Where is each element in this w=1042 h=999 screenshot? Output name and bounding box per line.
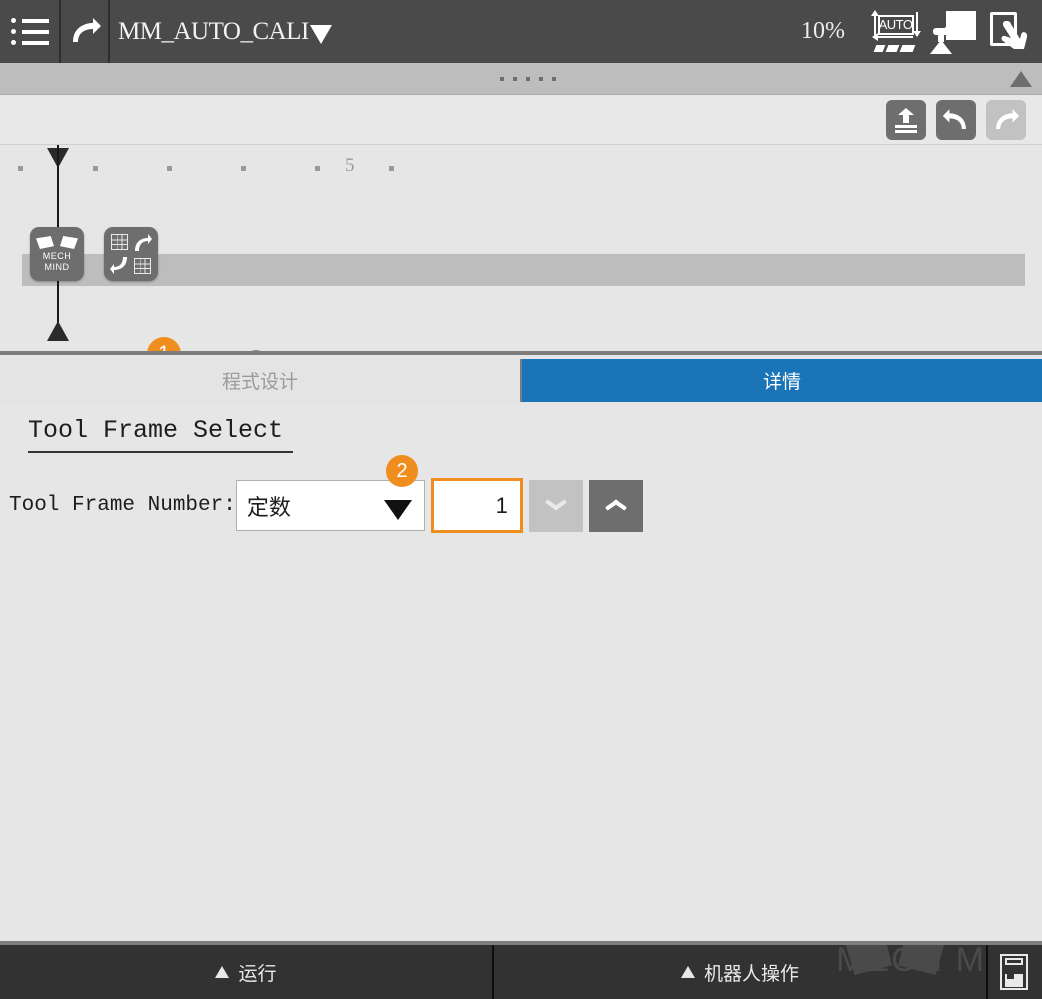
forward-nav-button[interactable] xyxy=(61,0,110,63)
undo-arrow-icon xyxy=(942,108,966,129)
auto-mode-label: AUTO xyxy=(877,14,914,35)
bottom-action-bar: MECH M 运行 机器人操作 xyxy=(0,945,1042,999)
robot-screen-button[interactable] xyxy=(924,0,981,63)
redo-arrow-icon xyxy=(72,17,101,42)
chevron-up-icon xyxy=(605,500,627,512)
node-frame-transform[interactable] xyxy=(104,227,158,281)
upload-export-icon xyxy=(894,107,918,133)
triangle-up-icon xyxy=(680,966,695,978)
save-button[interactable] xyxy=(986,945,1040,999)
header-status-group: 10% AUTO xyxy=(801,0,1042,63)
redo-arrow-icon xyxy=(996,108,1020,129)
program-title-text: MM_AUTO_CALI xyxy=(118,17,309,45)
chevron-down-icon xyxy=(545,500,567,512)
tab-label: 程式设计 xyxy=(221,372,298,393)
save-disk-icon xyxy=(1000,954,1028,990)
section-title: Tool Frame Select xyxy=(28,416,294,453)
drag-handle-dots-icon[interactable] xyxy=(500,76,556,81)
node-label-line1: MECH xyxy=(42,251,72,261)
tool-frame-number-row: Tool Frame Number: 定数 1 xyxy=(9,478,643,533)
input-value: 1 xyxy=(495,492,508,518)
auto-mode-button[interactable]: AUTO xyxy=(867,0,924,63)
select-value: 定数 xyxy=(246,494,291,520)
run-label: 运行 xyxy=(238,963,277,985)
application-root: MM_AUTO_CALI 10% AUTO 5 MECH MIND 1 程式设计… xyxy=(0,0,1042,999)
touch-hand-icon xyxy=(988,9,1032,55)
detail-tab-bar: 程式设计 详情 xyxy=(0,359,1042,402)
run-button[interactable]: 运行 xyxy=(0,945,494,999)
form-step-badge: 2 xyxy=(386,455,418,487)
touch-mode-button[interactable] xyxy=(981,0,1038,63)
panel-drag-strip[interactable] xyxy=(0,63,1042,95)
tab-program-design[interactable]: 程式设计 xyxy=(0,359,522,402)
caret-down-icon[interactable] xyxy=(383,500,412,520)
mech-mind-logo-icon: MECH MIND xyxy=(36,236,78,272)
coordinate-frame-exchange-icon xyxy=(110,234,152,274)
redo-button[interactable] xyxy=(986,99,1026,140)
collapse-up-triangle-icon[interactable] xyxy=(1010,70,1032,87)
tool-frame-type-select[interactable]: 定数 xyxy=(235,480,425,531)
node-label-line2: MIND xyxy=(44,262,70,272)
top-header-bar: MM_AUTO_CALI 10% AUTO xyxy=(0,0,1042,63)
robot-operate-label: 机器人操作 xyxy=(703,963,799,985)
increment-button[interactable] xyxy=(588,479,643,532)
triangle-up-icon xyxy=(215,966,230,978)
editor-toolbar xyxy=(0,95,1042,145)
undo-button[interactable] xyxy=(936,99,976,140)
tool-frame-number-label: Tool Frame Number: xyxy=(9,494,236,517)
program-node-list: MECH MIND 1 xyxy=(0,145,1042,351)
tab-details[interactable]: 详情 xyxy=(522,359,1042,402)
program-title-selector[interactable]: MM_AUTO_CALI xyxy=(110,0,801,63)
node-count-badge: 1 xyxy=(244,350,268,351)
decrement-button[interactable] xyxy=(528,479,583,532)
detail-panel: Tool Frame Select Tool Frame Number: 定数 … xyxy=(0,402,1042,945)
speed-percent-value[interactable]: 10% xyxy=(801,18,845,45)
tool-frame-number-input[interactable]: 1 xyxy=(430,478,523,533)
robot-screen-icon xyxy=(928,9,978,55)
export-button[interactable] xyxy=(886,99,926,140)
program-timeline-area[interactable]: 5 MECH MIND 1 xyxy=(0,145,1042,355)
main-menu-button[interactable] xyxy=(0,0,61,63)
caret-down-icon[interactable] xyxy=(309,25,332,44)
tab-label: 详情 xyxy=(762,372,801,393)
auto-mode-icon: AUTO xyxy=(869,9,923,54)
robot-operate-button[interactable]: 机器人操作 xyxy=(494,945,986,999)
node-step-badge: 1 xyxy=(147,337,181,351)
node-mech-mind-start[interactable]: MECH MIND xyxy=(30,227,84,281)
hamburger-list-icon xyxy=(10,18,49,45)
